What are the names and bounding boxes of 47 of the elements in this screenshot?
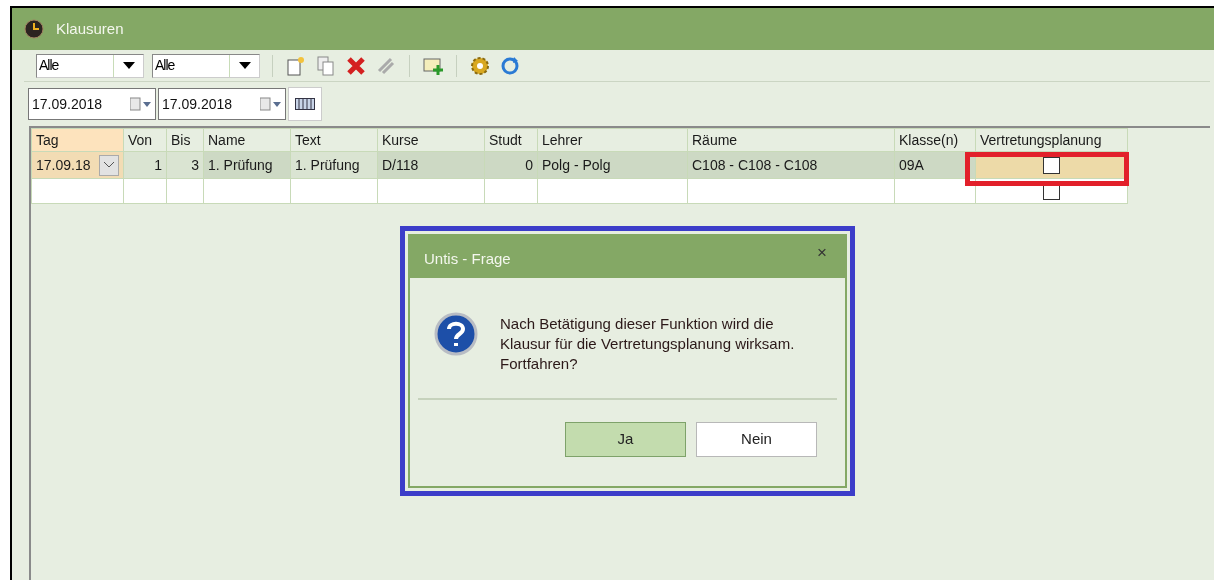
clock-icon [24,19,44,39]
chevron-down-icon [104,162,114,168]
close-button[interactable]: × [817,240,827,266]
filter-dropdown[interactable]: Alle [36,53,144,78]
caret-icon [122,62,135,69]
date-field[interactable]: 17.09.2018 [158,88,286,120]
table-cell: 1. Prüfung [295,156,360,173]
table-cell: 1. Prüfung [208,156,273,173]
column-header[interactable]: Bis [166,128,204,152]
dialog-message: Nach Betätigung dieser Funktion wird die Klausur für die Vertretungsplanung wirksam. Fortfahren? [500,314,796,374]
table-cell: 3 [191,156,199,173]
table-cell: 1 [154,156,162,173]
column-header[interactable]: Text [290,128,378,152]
column-header[interactable]: Studt [484,128,538,152]
column-header[interactable]: Klasse(n) [894,128,976,152]
window-title: Klausuren [56,18,124,39]
refresh-icon[interactable] [499,54,521,77]
column-header[interactable]: Lehrer [537,128,688,152]
dialog-title: Untis - Frage [424,248,511,269]
column-header[interactable]: Vertretungsplanung [975,128,1128,152]
calendar-icon [260,97,282,111]
checkbox[interactable] [1043,157,1060,175]
question-icon [434,312,478,356]
yes-button[interactable]: Ja [565,421,686,457]
date-field[interactable]: 17.09.2018 [28,88,156,120]
week-view-button[interactable] [288,87,322,121]
date-dropdown-button[interactable] [99,154,119,176]
new-document-icon[interactable] [285,54,307,77]
column-header[interactable]: Name [203,128,291,152]
gear-icon[interactable] [469,54,491,77]
caret-icon [238,62,251,69]
table-cell: D/118 [382,156,419,173]
no-button[interactable]: Nein [696,421,817,457]
column-header[interactable]: Tag [31,128,124,152]
table-cell: C108 - C108 - C108 [692,156,818,173]
copy-icon[interactable] [315,54,337,77]
filter-dropdown[interactable]: Alle [152,53,260,78]
table-cell: Polg - Polg [542,156,611,173]
calendar-grid-icon [295,98,315,110]
column-header[interactable]: Räume [687,128,895,152]
table-cell-text: 17.09.18 [36,155,91,175]
delete-icon[interactable] [345,54,367,77]
column-header[interactable]: Kurse [377,128,485,152]
column-header[interactable]: Von [123,128,167,152]
calendar-icon [130,97,152,111]
table-cell: 09A [899,156,924,173]
table-cell: 0 [525,156,533,173]
